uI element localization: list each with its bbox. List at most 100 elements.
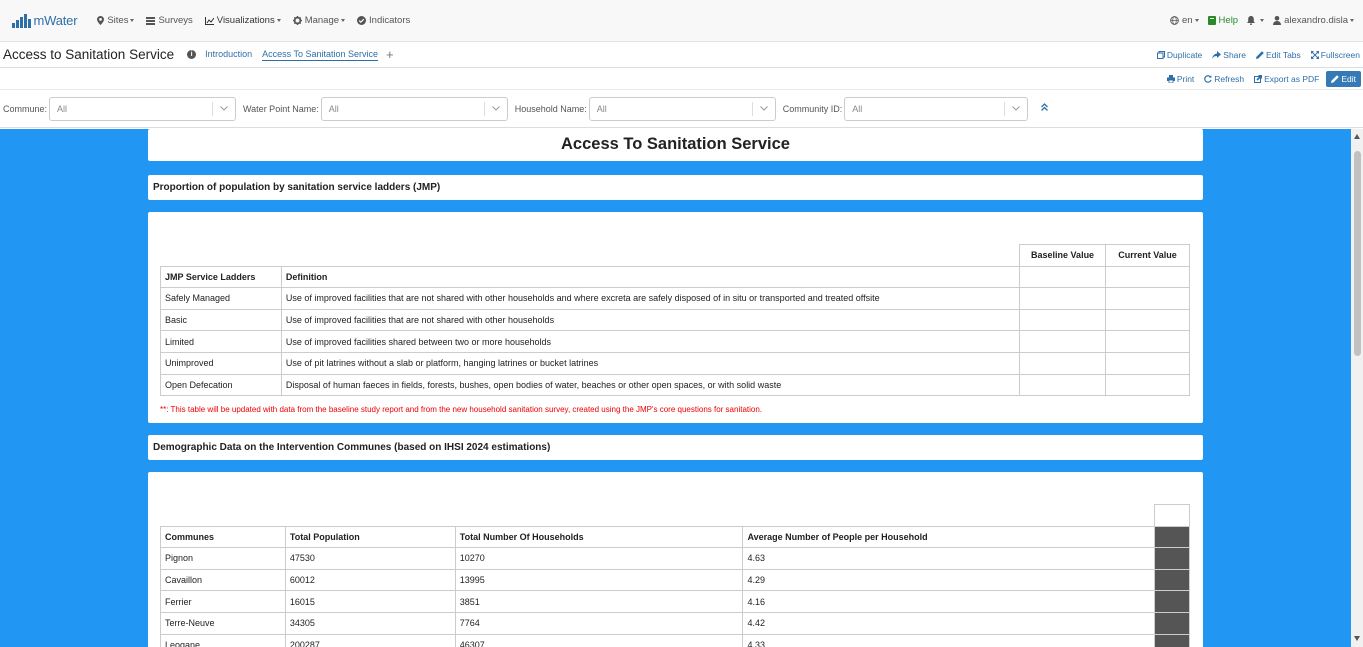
table-cell: Limited: [160, 330, 282, 353]
gear-icon: [292, 16, 302, 25]
table-cell: [1154, 525, 1190, 549]
table-row: Leogane 200287 46307 4.33: [160, 633, 1190, 647]
table-cell: 4.63: [742, 547, 1155, 570]
table-cell: Ferrier: [160, 590, 286, 613]
scrollbar-thumb[interactable]: [1354, 151, 1361, 356]
dashboard-canvas: Access To Sanitation Service Proportion …: [0, 129, 1351, 647]
community-id-filter-select[interactable]: All: [844, 96, 1029, 121]
nav-visualizations[interactable]: Visualizations: [204, 15, 281, 26]
table-row: Safely Managed Use of improved facilitie…: [160, 287, 1190, 310]
mwater-logo[interactable]: mWater: [12, 13, 78, 28]
table-cell: [1019, 351, 1107, 375]
empty-cell: [455, 505, 743, 527]
scroll-down-arrow-icon[interactable]: [1354, 636, 1360, 641]
table-header-row: Baseline Value Current Value: [161, 244, 1190, 267]
duplicate-button[interactable]: Duplicate: [1156, 50, 1202, 60]
caret-down-icon: [341, 19, 346, 22]
print-label: Print: [1176, 73, 1195, 84]
chevron-down-icon[interactable]: [213, 106, 235, 111]
table-cell: [1154, 568, 1190, 592]
col-header-definition: Definition: [280, 265, 1021, 289]
table-cell: [1019, 287, 1107, 310]
table-cell: Use of improved facilities that are not …: [280, 287, 1021, 310]
vertical-scrollbar[interactable]: [1351, 129, 1363, 647]
copy-icon: [1156, 50, 1165, 59]
table-cell: Open Defecation: [160, 373, 282, 397]
water-point-name-filter-select[interactable]: All: [320, 96, 508, 121]
add-tab-icon[interactable]: +: [386, 48, 394, 61]
fullscreen-button[interactable]: Fullscreen: [1310, 50, 1360, 60]
table-header-row: JMP Service Ladders Definition: [160, 265, 1190, 289]
table-cell: Unimproved: [160, 351, 282, 375]
share-icon: [1212, 50, 1222, 59]
col-header-total-population: Total Population: [284, 525, 456, 549]
chevron-down-icon[interactable]: [1005, 106, 1027, 111]
user-name: alexandro.disla: [1284, 15, 1348, 26]
table-cell: 4.42: [742, 611, 1155, 635]
chevron-down-icon[interactable]: [485, 106, 507, 111]
table-row: Pignon 47530 10270 4.63: [160, 547, 1190, 570]
table-cell: Disposal of human faeces in fields, fore…: [280, 373, 1021, 397]
table-cell: [1154, 504, 1190, 527]
expand-icon: [1310, 50, 1319, 59]
nav-surveys[interactable]: Surveys: [146, 15, 193, 26]
table-cell: Use of improved facilities that are not …: [280, 308, 1021, 332]
nav-surveys-label: Surveys: [158, 15, 193, 26]
table-cell: [1105, 265, 1190, 289]
export-pdf-button[interactable]: Export as PDF: [1254, 74, 1319, 84]
demographic-table-widget: Communes Total Population Total Number O…: [148, 472, 1203, 647]
table-cell: 7764: [454, 611, 744, 635]
caret-down-icon: [1350, 19, 1354, 22]
help-link[interactable]: Help: [1207, 15, 1238, 26]
table-cell: [1105, 287, 1190, 310]
nav-manage[interactable]: Manage: [292, 15, 346, 26]
table-cell: 34305: [284, 611, 456, 635]
table-cell: 10270: [454, 547, 744, 570]
user-menu[interactable]: alexandro.disla: [1273, 15, 1354, 26]
scroll-up-arrow-icon[interactable]: [1354, 134, 1360, 139]
globe-icon: [1170, 16, 1179, 25]
edit-button[interactable]: Edit: [1326, 70, 1361, 87]
edit-tabs-button[interactable]: Edit Tabs: [1255, 50, 1301, 60]
table-cell: [1019, 373, 1107, 397]
table-cell: [1105, 373, 1190, 397]
col-header-communes: Communes: [160, 525, 286, 549]
page-title: Access to Sanitation Service: [3, 47, 175, 62]
logo-text: mWater: [33, 13, 78, 28]
tab-introduction[interactable]: Introduction: [205, 49, 252, 60]
table-row: Cavaillon 60012 13995 4.29: [160, 568, 1190, 592]
refresh-label: Refresh: [1214, 73, 1245, 84]
info-icon[interactable]: i: [187, 50, 197, 59]
bell-icon: [1247, 16, 1256, 25]
share-button[interactable]: Share: [1212, 50, 1246, 60]
section1-heading: Proportion of population by sanitation s…: [153, 182, 441, 193]
nav-indicators[interactable]: Indicators: [357, 15, 410, 26]
commune-filter-select[interactable]: All: [49, 96, 237, 121]
table-cell: 46307: [454, 633, 744, 647]
table-row: Ferrier 16015 3851 4.16: [160, 590, 1190, 613]
empty-cell: [281, 245, 1019, 267]
print-button[interactable]: Print: [1166, 73, 1195, 84]
chevron-down-icon[interactable]: [753, 106, 775, 111]
filter-label-water-point-name: Water Point Name:: [243, 103, 319, 114]
notifications-menu[interactable]: [1247, 16, 1265, 25]
nav-sites[interactable]: Sites: [97, 15, 135, 26]
collapse-filters-icon[interactable]: [1041, 103, 1049, 114]
book-icon: [1207, 16, 1216, 25]
map-marker-icon: [97, 16, 105, 25]
user-icon: [1273, 16, 1282, 25]
table-cell: [1105, 308, 1190, 332]
table-cell: [1019, 308, 1107, 332]
language-selector[interactable]: en: [1170, 15, 1199, 26]
title-widget: Access To Sanitation Service: [148, 129, 1203, 161]
logo-bars-icon: [12, 13, 31, 28]
tab-access-to-sanitation[interactable]: Access To Sanitation Service: [262, 49, 379, 61]
table-row: Basic Use of improved facilities that ar…: [160, 308, 1190, 332]
refresh-button[interactable]: Refresh: [1204, 74, 1244, 84]
table-cell: 4.33: [742, 633, 1155, 647]
empty-cell: [161, 505, 286, 527]
filter-label-community-id: Community ID:: [782, 103, 843, 114]
table-cell: [1105, 330, 1190, 353]
household-name-filter-select[interactable]: All: [588, 96, 776, 121]
table-cell: Safely Managed: [160, 287, 282, 310]
